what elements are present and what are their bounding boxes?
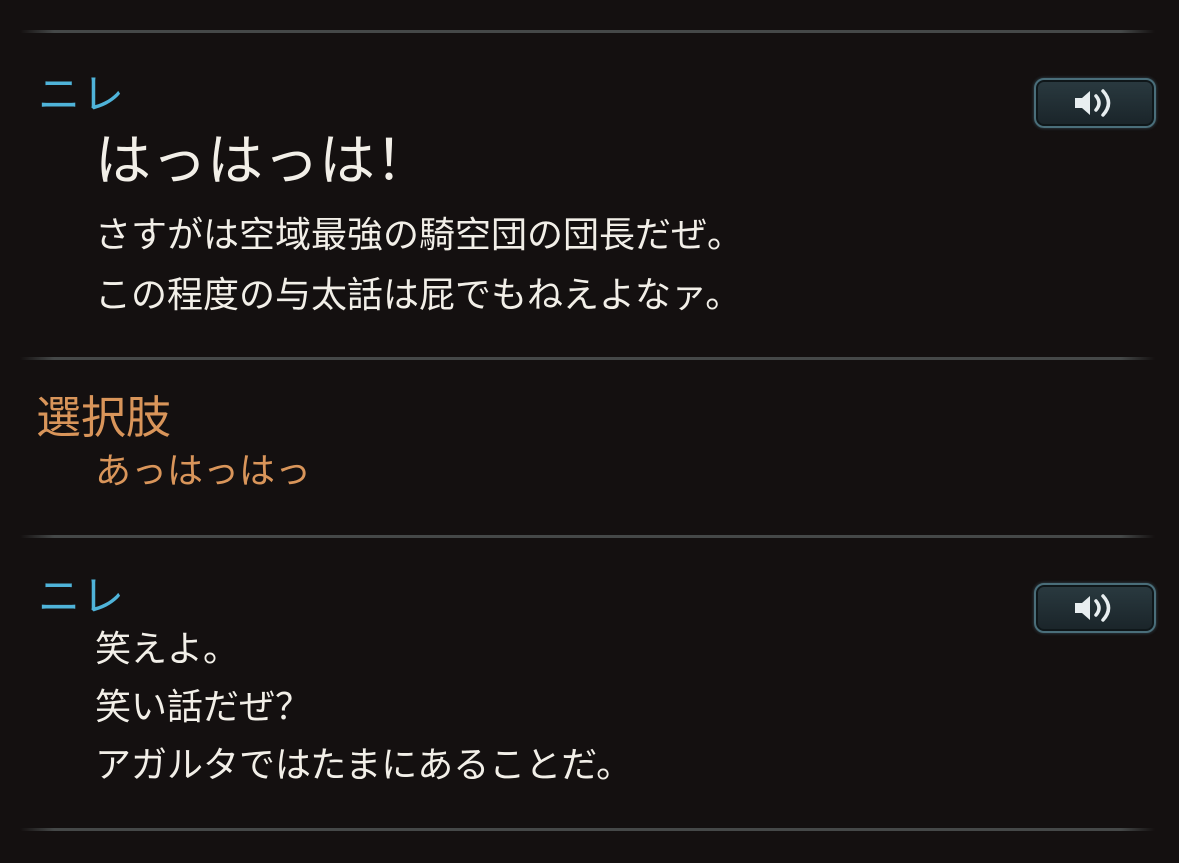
speaker-icon — [1075, 594, 1111, 622]
dialogue-line: さすがは空域最強の騎空団の団長だぜ。 — [95, 215, 744, 256]
speaker-name: ニレ — [38, 70, 127, 119]
divider-bottom — [20, 828, 1155, 831]
divider-top — [20, 30, 1155, 33]
choice-text: あっはっはっ — [95, 451, 312, 492]
dialogue-line: アガルタではたまにあることだ。 — [95, 745, 633, 786]
speaker-icon — [1075, 89, 1111, 117]
voice-play-button[interactable] — [1034, 78, 1156, 128]
dialogue-line: 笑い話だぜ？ — [95, 687, 312, 728]
voice-play-button[interactable] — [1034, 583, 1156, 633]
speaker-name: ニレ — [38, 572, 127, 621]
choice-label: 選択肢 — [36, 391, 172, 444]
divider — [20, 535, 1155, 538]
dialogue-line: この程度の与太話は屁でもねえよなァ。 — [95, 275, 742, 316]
dialogue-line: 笑えよ。 — [95, 629, 240, 670]
dialogue-headline: はっはっは！ — [95, 129, 431, 194]
divider — [20, 357, 1155, 360]
